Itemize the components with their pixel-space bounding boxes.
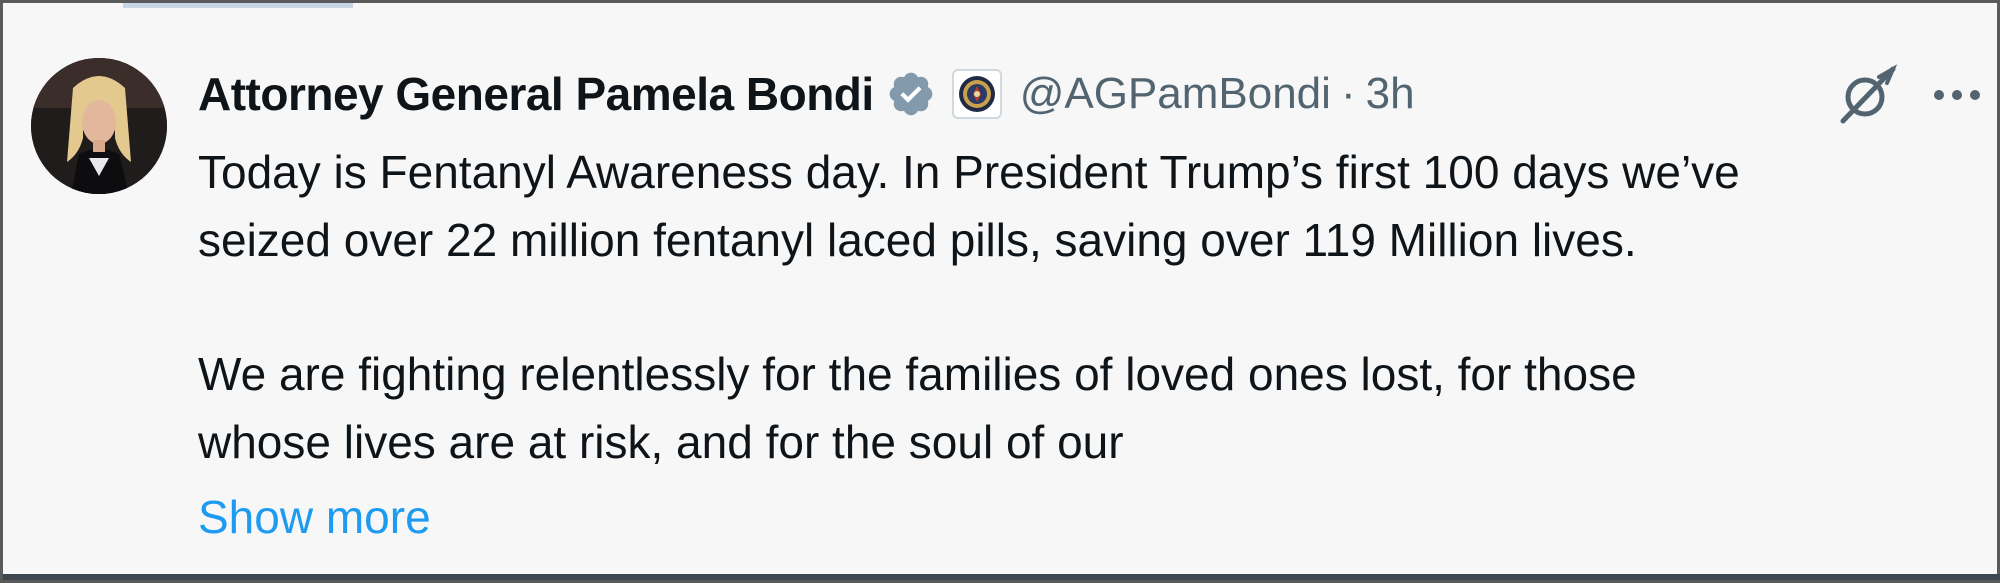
timestamp[interactable]: 3h <box>1366 69 1415 119</box>
tweet-header: Attorney General Pamela Bondi @AGPamBond… <box>198 59 1415 129</box>
tweet-text-line: seized over 22 million fentanyl laced pi… <box>198 214 1637 266</box>
author-display-name[interactable]: Attorney General Pamela Bondi <box>198 67 874 121</box>
tweet-text-line: We are fighting relentlessly for the fam… <box>198 348 1637 400</box>
doj-seal-icon[interactable] <box>951 69 1002 119</box>
tweet-text: Today is Fentanyl Awareness day. In Pres… <box>198 138 1988 476</box>
avatar-image <box>31 58 167 194</box>
avatar[interactable] <box>31 58 167 194</box>
top-edge-strip <box>123 3 353 8</box>
tweet-frame: Attorney General Pamela Bondi @AGPamBond… <box>0 0 2000 583</box>
show-more-link[interactable]: Show more <box>198 487 431 547</box>
verified-badge-icon[interactable] <box>886 69 936 119</box>
separator-dot: · <box>1340 69 1356 118</box>
author-handle[interactable]: @AGPamBondi <box>1020 69 1331 119</box>
more-options-icon[interactable] <box>1931 69 1983 121</box>
tweet-text-line: whose lives are at risk, and for the sou… <box>198 416 1124 468</box>
bottom-edge-strip <box>3 574 2000 580</box>
grok-icon[interactable] <box>1835 63 1899 127</box>
tweet-text-line: Today is Fentanyl Awareness day. In Pres… <box>198 146 1740 198</box>
